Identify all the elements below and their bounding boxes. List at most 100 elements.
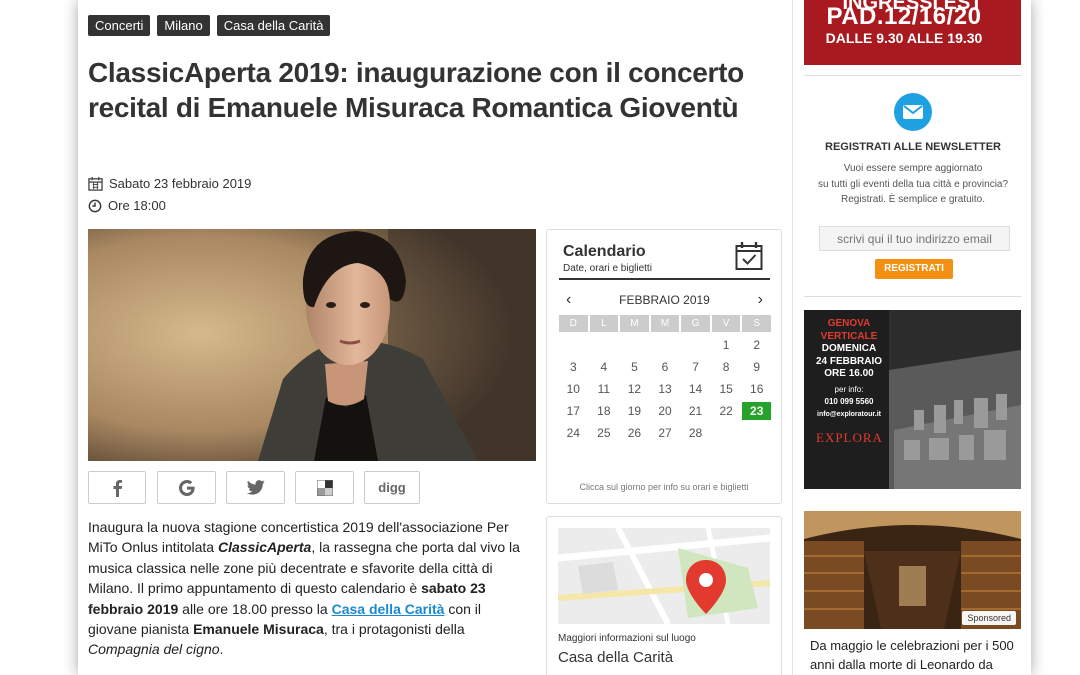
calendar-day[interactable]: 6 (651, 358, 680, 376)
event-time-text: Ore 18:00 (108, 198, 166, 213)
google-icon (178, 479, 195, 496)
tag-milano[interactable]: Milano (157, 15, 210, 36)
tag-casa-della-carita[interactable]: Casa della Carità (216, 15, 331, 36)
event-date: Sabato 23 febbraio 2019 (88, 176, 251, 191)
ad-genova-l1: GENOVA (827, 318, 871, 329)
main-content: Concerti Milano Casa della Carità Classi… (88, 0, 783, 675)
calendar-day[interactable]: 28 (681, 424, 710, 442)
ad-genova-l6: per info: (834, 384, 864, 394)
calendar-grid: D L M M G V S 1 2 3 4 5 6 7 8 9 10 11 12 13 14 15 16 17 18 19 20 21… (559, 315, 771, 442)
newsletter-desc-line: su tutti gli eventi della tua città e pr… (817, 178, 1009, 190)
ad-genova-l2: VERTICALE (820, 330, 878, 342)
calendar-month-label: FEBBRAIO 2019 (619, 293, 710, 307)
delicious-icon (316, 479, 333, 496)
calendar-day[interactable]: 17 (559, 402, 588, 420)
prev-month-chevron-icon[interactable]: ‹ (559, 291, 578, 309)
newsletter-register-button[interactable]: REGISTRATI (875, 259, 953, 279)
calendar-weekday-header: M (620, 315, 649, 332)
calendar-weekday-header: D (559, 315, 588, 332)
newsletter-desc-line: Registrati. È semplice e gratuito. (841, 194, 985, 205)
casa-della-carita-link[interactable]: Casa della Carità (332, 601, 445, 617)
calendar-footer-hint: Clicca sul giorno per info su orari e bi… (579, 482, 749, 492)
article-text: . (219, 641, 224, 658)
next-month-chevron-icon[interactable]: › (751, 291, 770, 309)
calendar-day[interactable]: 8 (712, 358, 741, 376)
calendar-day[interactable]: 18 (590, 402, 619, 420)
calendar-day[interactable]: 2 (742, 336, 771, 354)
calendar-day[interactable]: 10 (559, 380, 588, 398)
calendar-day[interactable]: 13 (651, 380, 680, 398)
calendar-day[interactable]: 9 (742, 358, 771, 376)
article-performer-strong: Emanuele Misuraca (193, 621, 324, 638)
calendar-divider (559, 278, 770, 280)
article-body: Inaugura la nuova stagione concertistica… (88, 517, 528, 660)
calendar-icon (88, 176, 103, 191)
ad-genova-l3: DOMENICA (821, 343, 877, 354)
share-facebook-button[interactable] (88, 471, 146, 504)
sponsored-image[interactable]: Sponsored (804, 511, 1021, 629)
calendar-day[interactable]: 21 (681, 402, 710, 420)
article-emphasis: ClassicAperta (217, 539, 312, 556)
calendar-weekday-header: G (681, 315, 710, 332)
ad-banner-top[interactable]: INGRESSI EST PAD.12/16/20 DALLE 9.30 ALL… (804, 0, 1021, 65)
ad-genova-verticale[interactable]: GENOVA VERTICALE DOMENICA 24 FEBBRAIO OR… (804, 310, 1021, 489)
calendar-day[interactable]: 26 (620, 424, 649, 442)
share-twitter-button[interactable] (226, 471, 285, 504)
calendar-day[interactable]: 12 (620, 380, 649, 398)
event-photo (88, 229, 536, 461)
calendar-day[interactable]: 14 (681, 380, 710, 398)
ad-genova-text: GENOVA VERTICALE DOMENICA 24 FEBBRAIO OR… (814, 318, 884, 421)
calendar-day[interactable]: 20 (651, 402, 680, 420)
explora-logo: EXPLORA (816, 430, 883, 445)
tag-list: Concerti Milano Casa della Carità (88, 15, 331, 36)
calendar-empty-cell (590, 336, 619, 354)
share-google-button[interactable] (157, 471, 216, 504)
newsletter-title: REGISTRATI ALLE NEWSLETTER (825, 141, 1001, 153)
ad-genova-l7: 010 099 5560 (824, 397, 874, 406)
newsletter-mail-icon (894, 93, 932, 131)
calendar-day[interactable]: 1 (712, 336, 741, 354)
calendar-empty-cell (559, 336, 588, 354)
clock-icon (88, 199, 102, 212)
calendar-day-selected[interactable]: 23 (742, 402, 771, 420)
article-text: alle ore 18.00 presso la (178, 600, 332, 617)
calendar-check-icon (735, 242, 763, 270)
sidebar: INGRESSI EST PAD.12/16/20 DALLE 9.30 ALL… (792, 0, 1022, 675)
calendar-day[interactable]: 24 (559, 424, 588, 442)
calendar-day[interactable]: 27 (651, 424, 680, 442)
article-text: , tra i protagonisti della (323, 621, 465, 638)
calendar-day[interactable]: 19 (620, 402, 649, 420)
article-emphasis: Compagnia del cigno (88, 641, 220, 658)
calendar-empty-cell (651, 336, 680, 354)
calendar-day[interactable]: 3 (559, 358, 588, 376)
place-info-label: Maggiori informazioni sul luogo (558, 633, 696, 644)
sponsored-headline[interactable]: Da maggio le celebrazioni per i 500 anni… (810, 636, 1022, 675)
calendar-weekday-header: M (650, 315, 680, 332)
calendar-month-nav: ‹ FEBBRAIO 2019 › (559, 291, 770, 309)
calendar-widget: Calendario Date, orari e biglietti ‹ FEB… (546, 229, 782, 504)
calendar-day[interactable]: 11 (590, 380, 619, 398)
calendar-title: Calendario (563, 243, 646, 260)
calendar-day[interactable]: 22 (712, 402, 741, 420)
share-digg-button[interactable]: digg (364, 471, 420, 504)
calendar-empty-cell (620, 336, 649, 354)
calendar-day[interactable]: 16 (742, 380, 771, 398)
facebook-icon (113, 479, 122, 497)
calendar-day[interactable]: 4 (590, 358, 619, 376)
tag-concerti[interactable]: Concerti (88, 15, 151, 36)
newsletter-email-input[interactable] (819, 226, 1010, 251)
digg-label: digg (378, 480, 406, 495)
share-delicious-button[interactable] (295, 471, 354, 504)
ad-genova-l8: info@exploratour.it (817, 410, 881, 418)
calendar-day[interactable]: 15 (712, 380, 741, 398)
place-widget[interactable]: Maggiori informazioni sul luogo Casa del… (546, 516, 782, 675)
calendar-day[interactable]: 25 (590, 424, 619, 442)
ad-top-line3: DALLE 9.30 ALLE 19.30 (825, 30, 983, 46)
calendar-weekday-header: L (589, 315, 619, 332)
calendar-day[interactable]: 5 (620, 358, 649, 376)
map-illustration (558, 528, 770, 624)
place-name[interactable]: Casa della Carità (558, 649, 673, 666)
place-map[interactable] (558, 528, 770, 624)
newsletter-desc-line: Vuoi essere sempre aggiornato (843, 163, 983, 174)
calendar-day[interactable]: 7 (681, 358, 710, 376)
